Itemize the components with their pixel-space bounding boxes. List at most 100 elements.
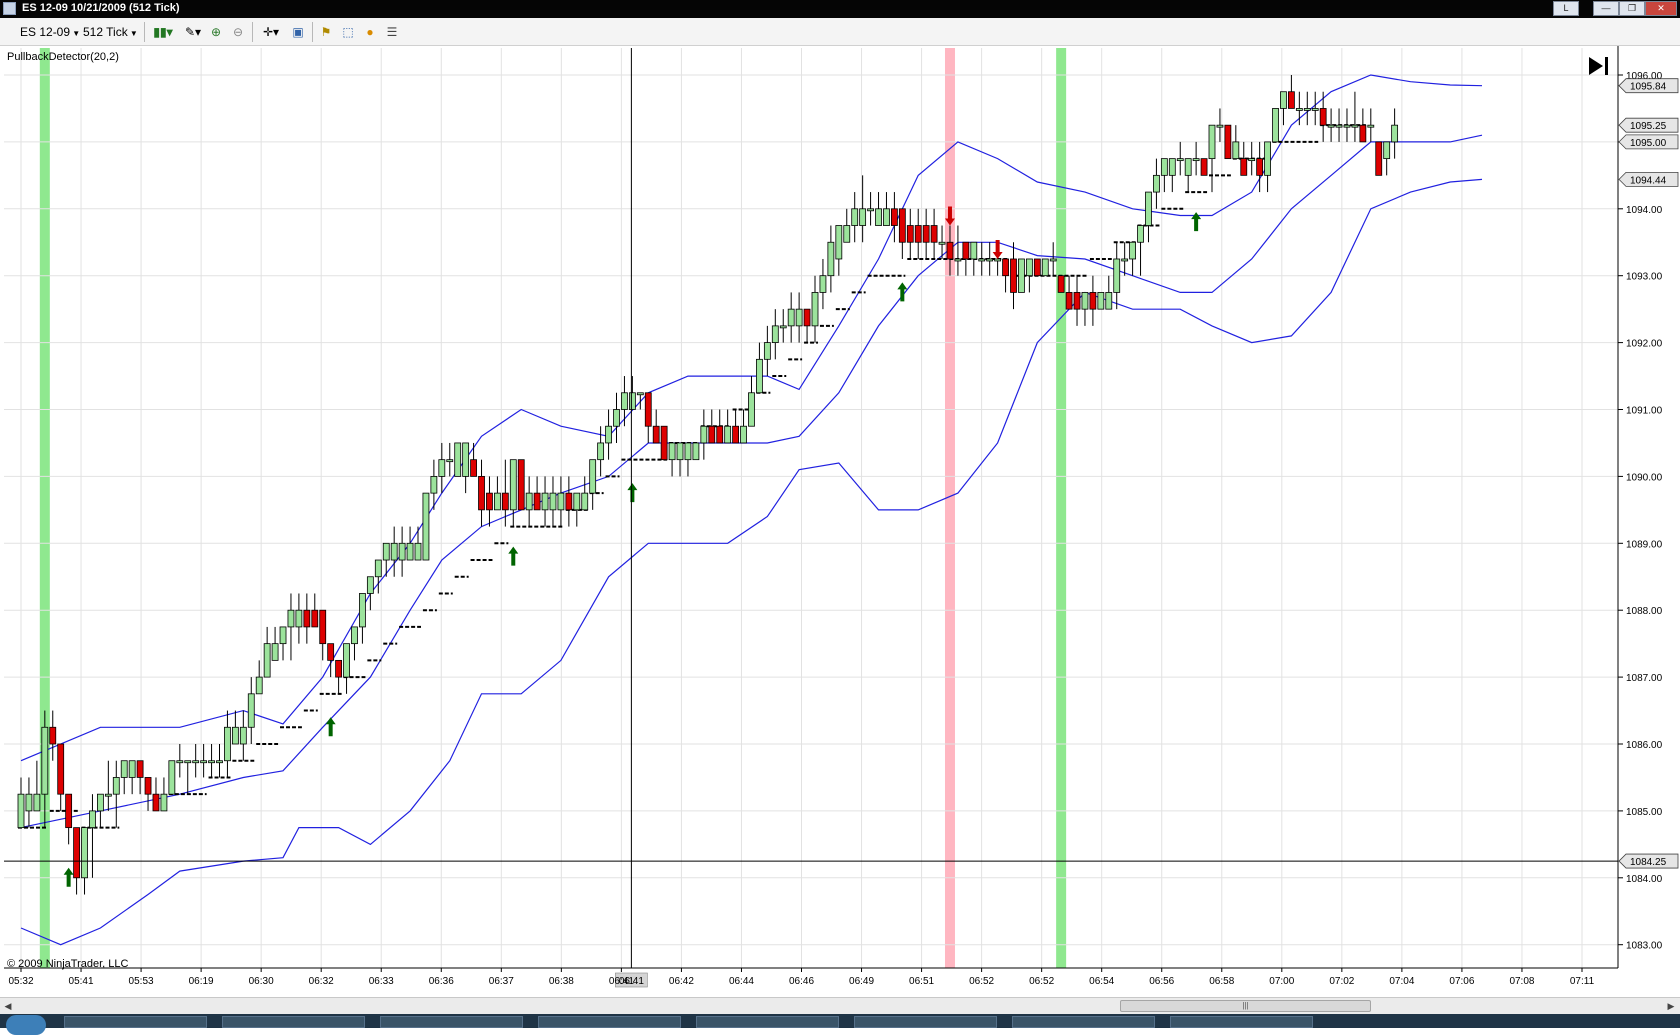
candle-up [676,442,684,461]
candle-up [1264,141,1271,176]
candle-up [1176,158,1184,162]
restore-button[interactable]: ❐ [1619,1,1645,16]
taskbar-item[interactable] [64,1016,207,1028]
window-titlebar: ES 12-09 10/21/2009 (512 Tick) L — ❐ ✕ [0,0,1680,18]
candle [247,677,255,744]
x-tick-label: 06:58 [1209,976,1234,987]
candle-up [104,793,112,797]
candle [930,208,938,259]
candle [660,425,668,461]
data-box-icon[interactable]: ▣ [290,24,306,40]
candle-up [636,392,644,396]
candle-up [81,827,88,879]
candle-up [287,609,295,628]
candle-down [922,225,930,243]
candle [636,392,644,410]
period-selector[interactable]: 512 Tick ▼ [83,23,138,41]
taskbar-item[interactable] [538,1016,681,1028]
candle [1018,258,1025,293]
taskbar-item[interactable] [854,1016,997,1028]
x-tick-label: 05:32 [8,976,33,987]
candle [954,225,962,276]
candle [1137,225,1144,276]
candle [748,376,755,427]
taskbar-item[interactable] [222,1016,365,1028]
candle [160,777,168,812]
taskbar-item[interactable] [1170,1016,1313,1028]
close-button[interactable]: ✕ [1645,1,1677,16]
zoom-out-icon[interactable]: ⊖ [230,24,246,40]
candle [89,794,96,878]
chevron-down-icon: ▼ [70,29,81,38]
axes: 1083.00 1084.00 1085.00 1086.00 1087.00 1088.… [4,46,1663,987]
candle [390,526,398,577]
chart-style-icon[interactable]: ▮▮▾ [150,24,176,40]
candle-up [1041,258,1049,277]
candle [152,777,160,812]
candle-up [120,760,128,778]
candle-up [763,342,771,360]
candle [891,192,898,243]
candle [398,526,406,577]
crosshair-icon[interactable]: ✛▾ [258,24,284,40]
layout-button[interactable]: L [1553,1,1579,16]
properties-icon[interactable]: ☰ [384,24,400,40]
highlight-column [944,48,955,968]
candle-up [771,325,779,344]
candle-up [954,258,962,262]
candle-up [1351,124,1359,128]
candle [716,409,724,444]
candle [462,442,470,494]
candle [1288,75,1295,109]
candle-down [1288,91,1295,109]
indicators-icon[interactable]: ⚑ [318,24,334,40]
candle-up [247,693,255,728]
horizontal-scrollbar[interactable]: ◀ ||| ▶ [0,997,1680,1014]
candle [1208,124,1216,193]
candle-up [263,643,271,678]
candle-up [1113,258,1121,293]
candle [112,760,120,828]
candle [613,392,620,443]
candle-up [390,542,398,561]
candle [541,476,549,527]
candle-up [1018,258,1025,293]
zoom-in-icon[interactable]: ⊕ [208,24,224,40]
candle [406,526,414,561]
scroll-right-icon[interactable]: ▶ [1664,999,1678,1013]
taskbar-item[interactable] [380,1016,523,1028]
price-chart[interactable]: 06:41 1083.00 1084.00 1085.00 1086.00 1087.0… [0,46,1680,997]
candle-up [224,726,231,762]
x-tick-label: 07:08 [1509,976,1534,987]
instrument-selector[interactable]: ES 12-09 ▼ [20,23,80,41]
candle [470,442,477,477]
candle-up [875,208,882,226]
strategies-icon[interactable]: ⬚ [340,24,356,40]
candle [1248,141,1256,176]
candle-down [144,777,152,795]
alerts-icon[interactable]: ● [362,24,378,40]
scroll-to-end-icon[interactable] [1589,57,1608,75]
candle-down [1319,108,1327,126]
candle-up [295,609,303,628]
scroll-left-icon[interactable]: ◀ [1,999,15,1013]
price-marker-label: 1094.44 [1630,175,1667,186]
candle [978,242,986,276]
candle [120,760,128,795]
taskbar-item[interactable] [1012,1016,1155,1028]
candle [295,593,303,644]
candle-down [1224,124,1232,160]
draw-tool-icon[interactable]: ✎▾ [180,24,206,40]
candle-down [1057,275,1065,293]
candle-up [883,208,890,226]
minimize-button[interactable]: — [1593,1,1619,16]
band-middle [20,134,1483,829]
x-tick-label: 06:56 [1149,976,1174,987]
candle-up [859,208,867,226]
start-button[interactable] [6,1015,46,1035]
scroll-thumb[interactable]: ||| [1120,1000,1371,1012]
candle [57,743,65,811]
candle [97,793,104,828]
candle [708,409,716,444]
taskbar-item[interactable] [696,1016,839,1028]
